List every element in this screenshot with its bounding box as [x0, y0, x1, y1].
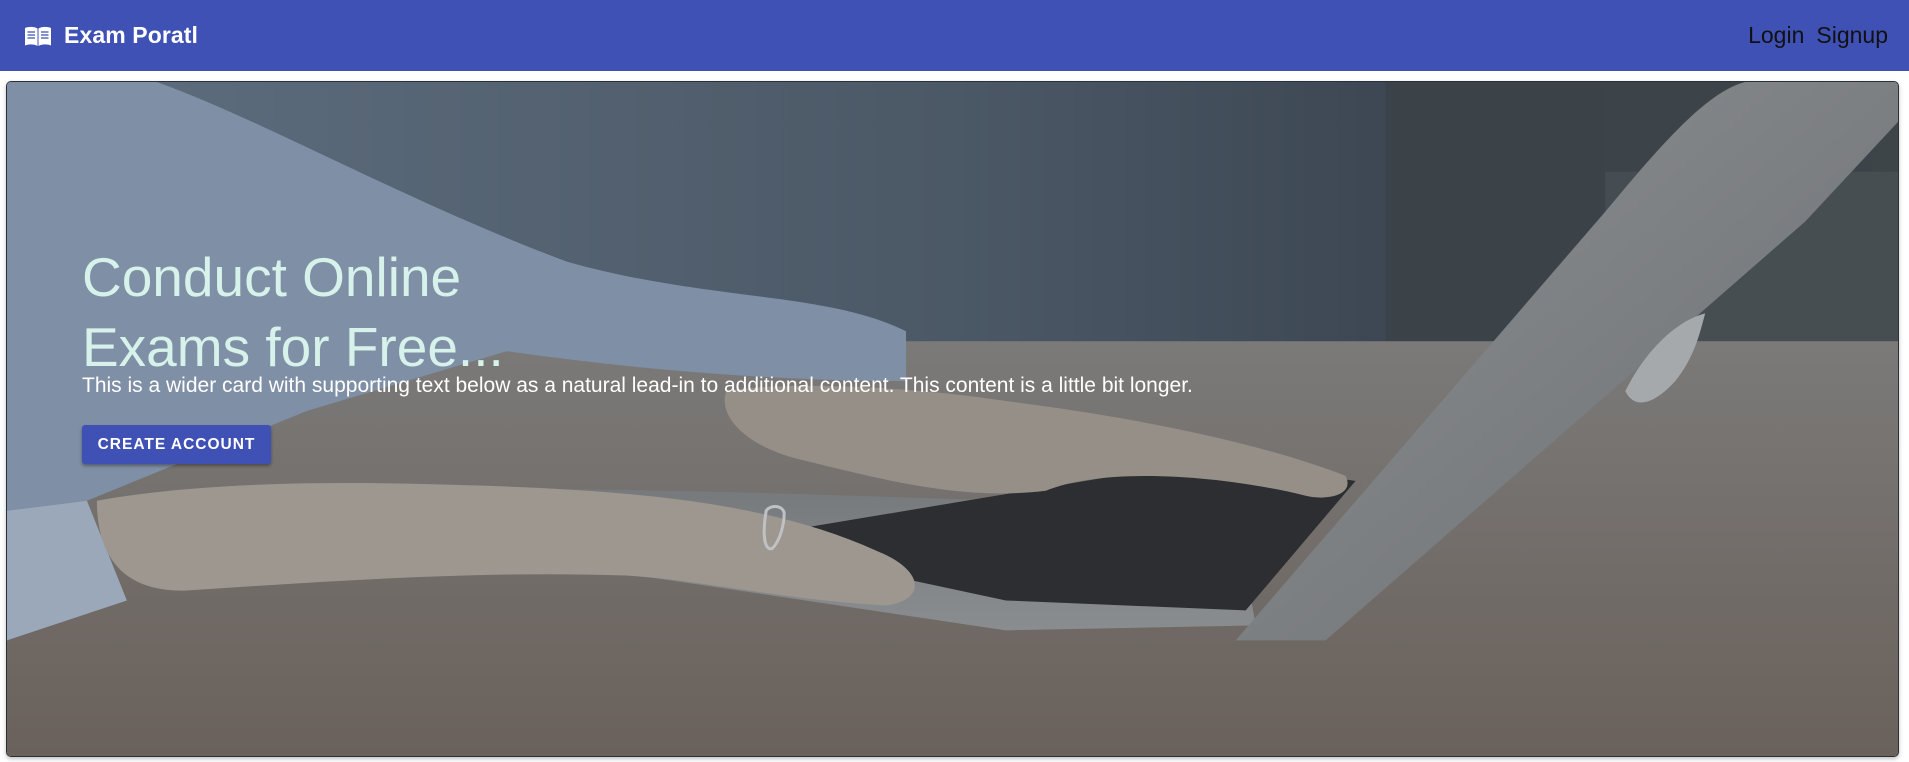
hero-title-line2: Exams for Free...	[82, 316, 504, 378]
hero-description: This is a wider card with supporting tex…	[82, 374, 1193, 397]
create-account-button[interactable]: CREATE ACCOUNT	[82, 425, 271, 464]
app-title: Exam Poratl	[64, 22, 199, 48]
hero-title-line1: Conduct Online	[82, 246, 462, 308]
hero-card: Conduct Online Exams for Free... This is…	[6, 81, 1899, 757]
hero-title: Conduct Online Exams for Free...	[82, 242, 602, 382]
login-link[interactable]: Login	[1742, 18, 1810, 53]
top-toolbar: Exam Poratl Login Signup	[0, 0, 1909, 71]
hero-content: Conduct Online Exams for Free... This is…	[82, 242, 1193, 464]
book-icon	[25, 26, 51, 46]
signup-link[interactable]: Signup	[1810, 18, 1894, 53]
brand[interactable]: Exam Poratl	[24, 22, 198, 49]
